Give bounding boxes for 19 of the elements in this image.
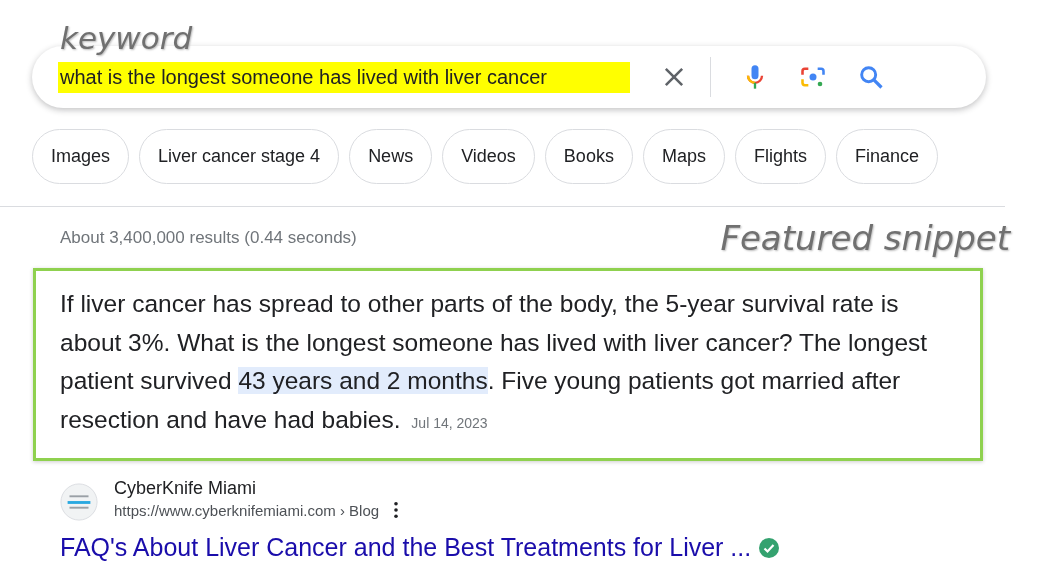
search-query: what is the longest someone has lived with liver cancer <box>58 61 630 93</box>
filter-chip[interactable]: News <box>349 129 433 184</box>
filter-chip[interactable]: Videos <box>442 129 535 184</box>
keyword-annotation: keyword <box>60 20 193 56</box>
filter-chip[interactable]: Books <box>544 129 633 184</box>
filter-chip[interactable]: Flights <box>734 129 826 184</box>
filter-chip[interactable]: Finance <box>835 129 938 184</box>
site-name: CyberKnife Miami <box>114 477 258 500</box>
site-url: https://www.cyberknifemiami.com › Blog <box>114 501 380 519</box>
site-logo-icon <box>60 483 98 521</box>
more-options-icon[interactable] <box>393 501 400 519</box>
snippet-text: If liver cancer has spread to other parts of the body, the 5-year survival rate is about 3%. What is the longest someone has lived with liver cancer? The longest patient survived 43 years and 2 months. Five young patients got married after resection and have had babies. Jul 14, 2023 <box>60 289 929 435</box>
featured-snippet-annotation: Featured snippet <box>720 218 1010 258</box>
result-title-link[interactable]: FAQ's About Liver Cancer and the Best Treatments for Liver ... <box>60 533 752 561</box>
results-count: About 3,400,000 results (0.44 seconds) <box>60 228 357 248</box>
filter-chip[interactable]: Liver cancer stage 4 <box>139 129 340 184</box>
filter-chip[interactable]: Images <box>32 129 130 184</box>
filter-chip[interactable]: Maps <box>642 129 725 184</box>
search-icon[interactable] <box>857 63 885 91</box>
